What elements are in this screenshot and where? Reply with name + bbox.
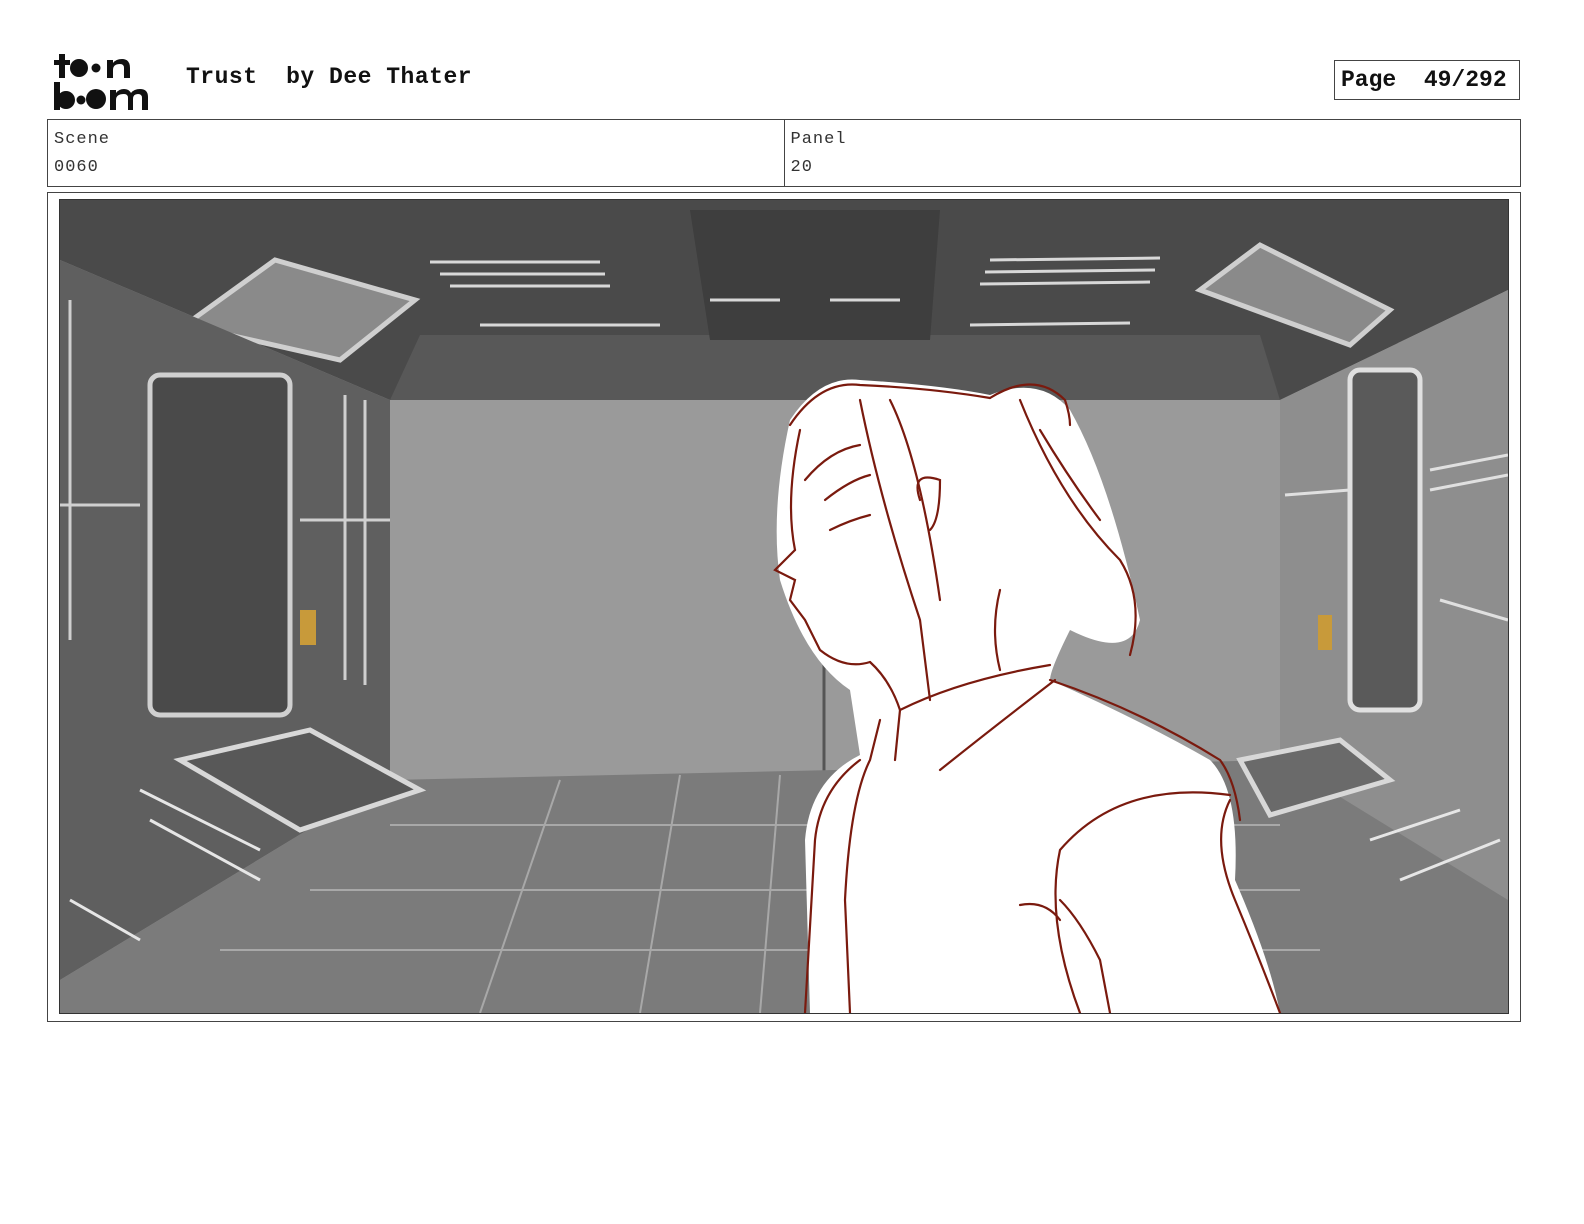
panel-cell: Panel 20 (783, 120, 1521, 186)
scene-cell: Scene 0060 (48, 120, 784, 186)
storyboard-panel-image (59, 199, 1509, 1014)
panel-label: Panel (790, 130, 847, 149)
scene-label: Scene (54, 130, 111, 149)
scene-panel-info: Scene 0060 Panel 20 (47, 119, 1521, 187)
toon-boom-logo (54, 54, 148, 110)
panel-value: 20 (790, 158, 813, 177)
page-indicator: Page 49/292 (1334, 60, 1520, 100)
document-title: Trust by Dee Thater (186, 64, 473, 90)
scene-value: 0060 (54, 158, 99, 177)
